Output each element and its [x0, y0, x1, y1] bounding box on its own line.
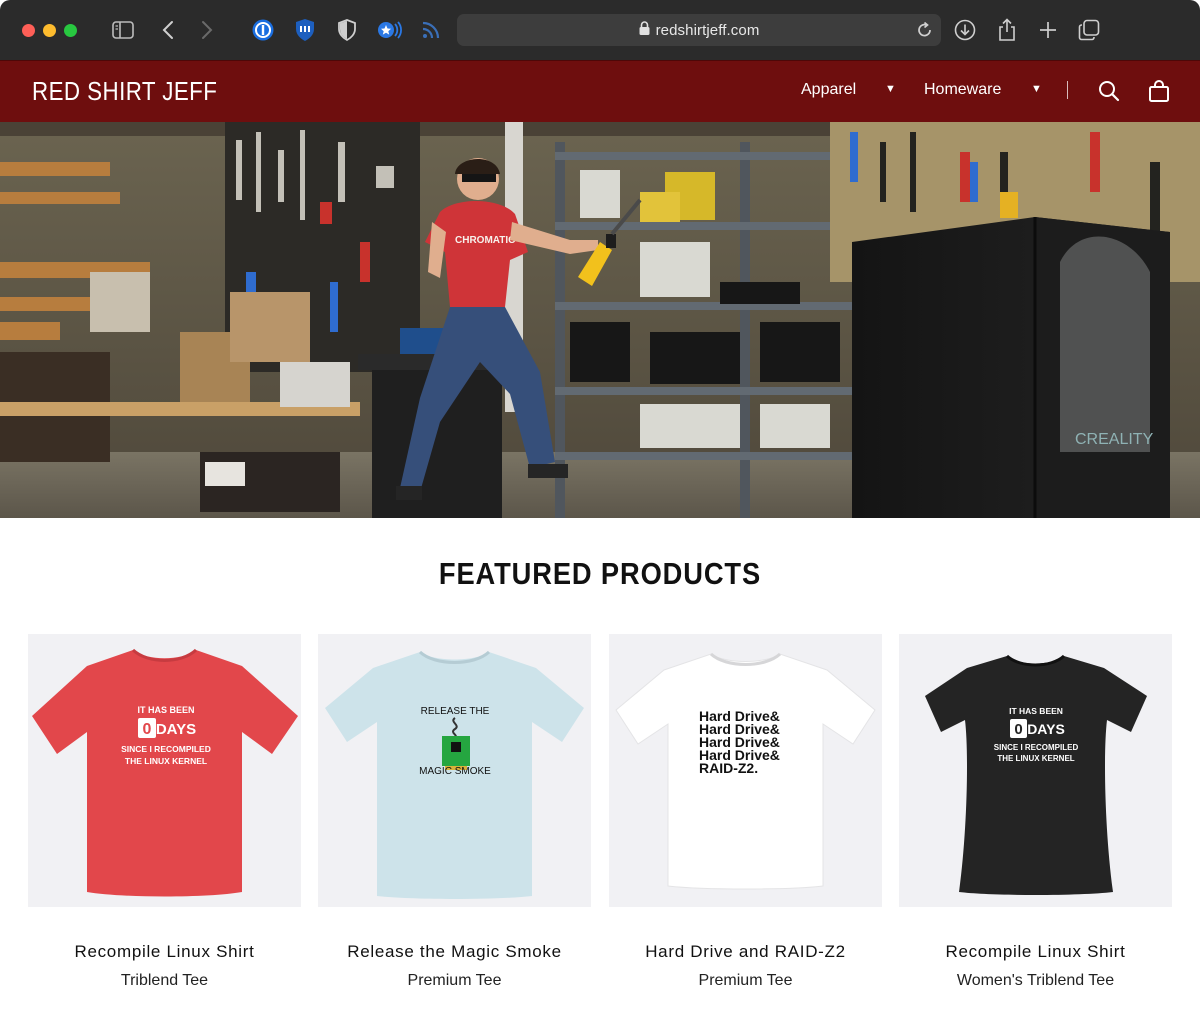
product-name[interactable]: Recompile Linux Shirt [28, 942, 301, 962]
shopping-bag-icon[interactable] [1147, 79, 1171, 103]
close-window-button[interactable] [22, 23, 35, 37]
downloads-icon[interactable] [952, 17, 978, 43]
product-image[interactable]: RELEASE THE MAGIC SMOKE [318, 634, 591, 907]
password-manager-extension-icon[interactable] [250, 17, 276, 43]
lock-icon [639, 20, 650, 40]
minimize-window-button[interactable] [43, 23, 56, 37]
apparel-caret-icon[interactable]: ▼ [885, 83, 896, 95]
product-image[interactable]: IT HAS BEEN 0 DAYS SINCE I RECOMPILED TH… [899, 634, 1172, 907]
featured-products-heading: FEATURED PRODUCTS [438, 556, 762, 591]
address-bar[interactable]: redshirtjeff.com [457, 14, 941, 46]
product-name[interactable]: Recompile Linux Shirt [899, 942, 1172, 962]
nav-homeware-link[interactable]: Homeware [924, 81, 1001, 99]
product-image[interactable]: IT HAS BEEN 0 DAYS SINCE I RECOMPILED TH… [28, 634, 301, 907]
nav-divider [1067, 81, 1068, 99]
url-text: redshirtjeff.com [655, 21, 760, 39]
print-line: MAGIC SMOKE [419, 766, 491, 777]
product-type: Premium Tee [698, 972, 793, 989]
print-line: SINCE I RECOMPILED [121, 744, 211, 754]
site-header: RED SHIRT JEFF Apparel ▼ Homeware ▼ [0, 60, 1200, 122]
homeware-caret-icon[interactable]: ▼ [1031, 83, 1042, 95]
browser-toolbar: redshirtjeff.com [0, 0, 1200, 60]
privacy-shield-icon[interactable] [334, 17, 360, 43]
person-shirt-text: CHROMATIC [455, 235, 515, 246]
tab-overview-icon[interactable] [1076, 17, 1102, 43]
print-line: IT HAS BEEN [137, 705, 194, 715]
brand-logo-link[interactable]: RED SHIRT JEFF [32, 76, 217, 107]
back-icon[interactable] [155, 17, 181, 43]
hero-banner-image: CREALITY CHROMATIC [0, 122, 1200, 518]
print-line: SINCE I RECOMPILED [994, 743, 1079, 752]
product-card-recompile-linux-womens[interactable]: IT HAS BEEN 0 DAYS SINCE I RECOMPILED TH… [899, 634, 1172, 990]
shield-extension-icon[interactable] [292, 17, 318, 43]
print-line: THE LINUX KERNEL [125, 756, 207, 766]
product-card-magic-smoke[interactable]: RELEASE THE MAGIC SMOKE Release the Magi… [318, 634, 591, 990]
product-name[interactable]: Release the Magic Smoke [318, 942, 591, 962]
forward-icon[interactable] [194, 17, 220, 43]
sidebar-toggle-icon[interactable] [110, 17, 136, 43]
tent-logo-text: CREALITY [1075, 431, 1154, 448]
product-card-hard-drive-raid[interactable]: Hard Drive& Hard Drive& Hard Drive& Hard… [609, 634, 882, 990]
window-controls [22, 23, 77, 37]
rss-icon[interactable] [418, 17, 444, 43]
zoom-window-button[interactable] [64, 23, 77, 37]
print-line: IT HAS BEEN [1009, 706, 1063, 716]
print-line: DAYS [1027, 721, 1065, 737]
browser-window: redshirtjeff.com RED SHIRT JEFF Apparel … [0, 0, 1200, 1016]
product-card-recompile-linux[interactable]: IT HAS BEEN 0 DAYS SINCE I RECOMPILED TH… [28, 634, 301, 990]
product-type: Triblend Tee [120, 972, 209, 989]
product-type: Women's Triblend Tee [956, 972, 1115, 989]
print-digit: 0 [1014, 721, 1022, 738]
print-line: THE LINUX KERNEL [997, 754, 1074, 763]
print-line: RELEASE THE [421, 706, 490, 717]
share-icon[interactable] [994, 17, 1020, 43]
nav-apparel-link[interactable]: Apparel [801, 81, 856, 99]
print-line: RAID-Z2. [699, 760, 758, 776]
print-line: DAYS [156, 721, 196, 738]
search-icon[interactable] [1097, 79, 1121, 103]
product-image[interactable]: Hard Drive& Hard Drive& Hard Drive& Hard… [609, 634, 882, 907]
star-extension-icon[interactable] [376, 17, 402, 43]
reload-icon[interactable] [917, 21, 933, 44]
print-digit: 0 [143, 721, 152, 738]
new-tab-icon[interactable] [1035, 17, 1061, 43]
product-type: Premium Tee [407, 972, 502, 989]
product-name[interactable]: Hard Drive and RAID-Z2 [609, 942, 882, 962]
